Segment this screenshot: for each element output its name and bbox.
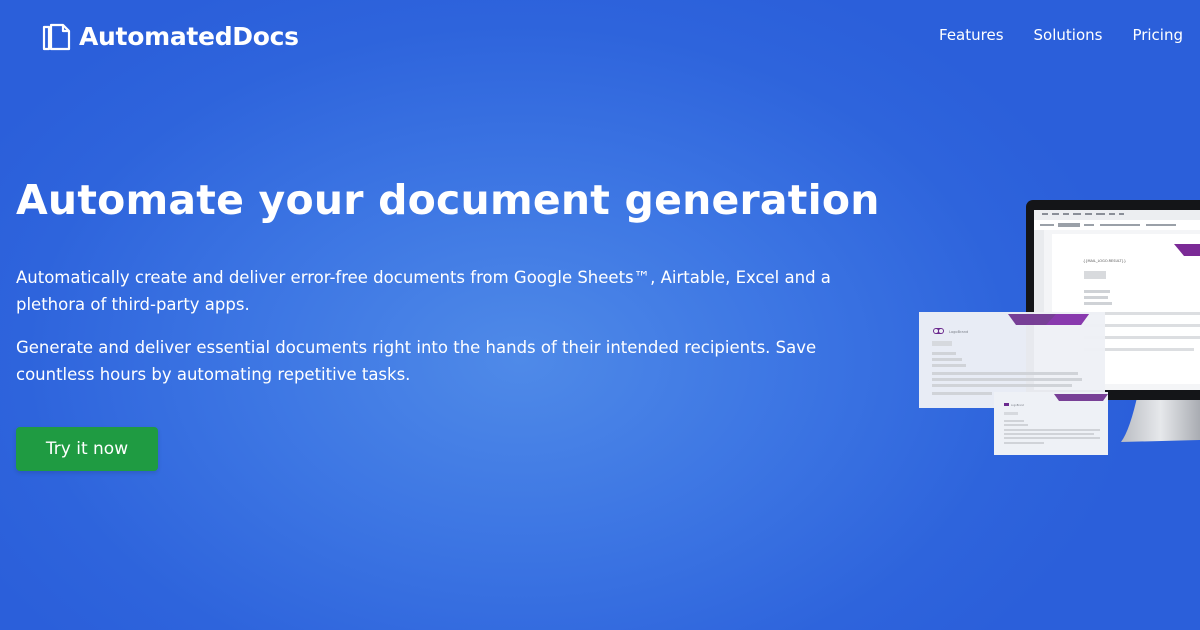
editor-placeholder: {{MAIL_LOGO.RESULT}} xyxy=(1083,259,1126,263)
brand-logo[interactable]: AutomatedDocs xyxy=(41,22,299,51)
product-illustration: {{MAIL_LOGO.RESULT}} LogoBrand LogoBrand xyxy=(916,198,1200,463)
nav-solutions[interactable]: Solutions xyxy=(1034,26,1103,44)
document-card-2: LogoBrand xyxy=(994,392,1108,455)
monitor-illustration: {{MAIL_LOGO.RESULT}} LogoBrand LogoBrand xyxy=(919,200,1200,455)
top-nav: Features Solutions Pricing xyxy=(939,26,1183,44)
nav-pricing[interactable]: Pricing xyxy=(1132,26,1183,44)
try-it-now-button[interactable]: Try it now xyxy=(16,427,158,471)
hero-description: Automatically create and deliver error-f… xyxy=(16,268,831,314)
hero-subdescription: Generate and deliver essential documents… xyxy=(16,338,817,384)
hero-title: Automate your document generation xyxy=(16,176,880,224)
brand-name: AutomatedDocs xyxy=(79,22,299,51)
nav-features[interactable]: Features xyxy=(939,26,1004,44)
doc-brand-label-2: LogoBrand xyxy=(1011,404,1024,407)
documents-icon xyxy=(42,23,71,50)
doc-brand-label-1: LogoBrand xyxy=(949,330,968,334)
